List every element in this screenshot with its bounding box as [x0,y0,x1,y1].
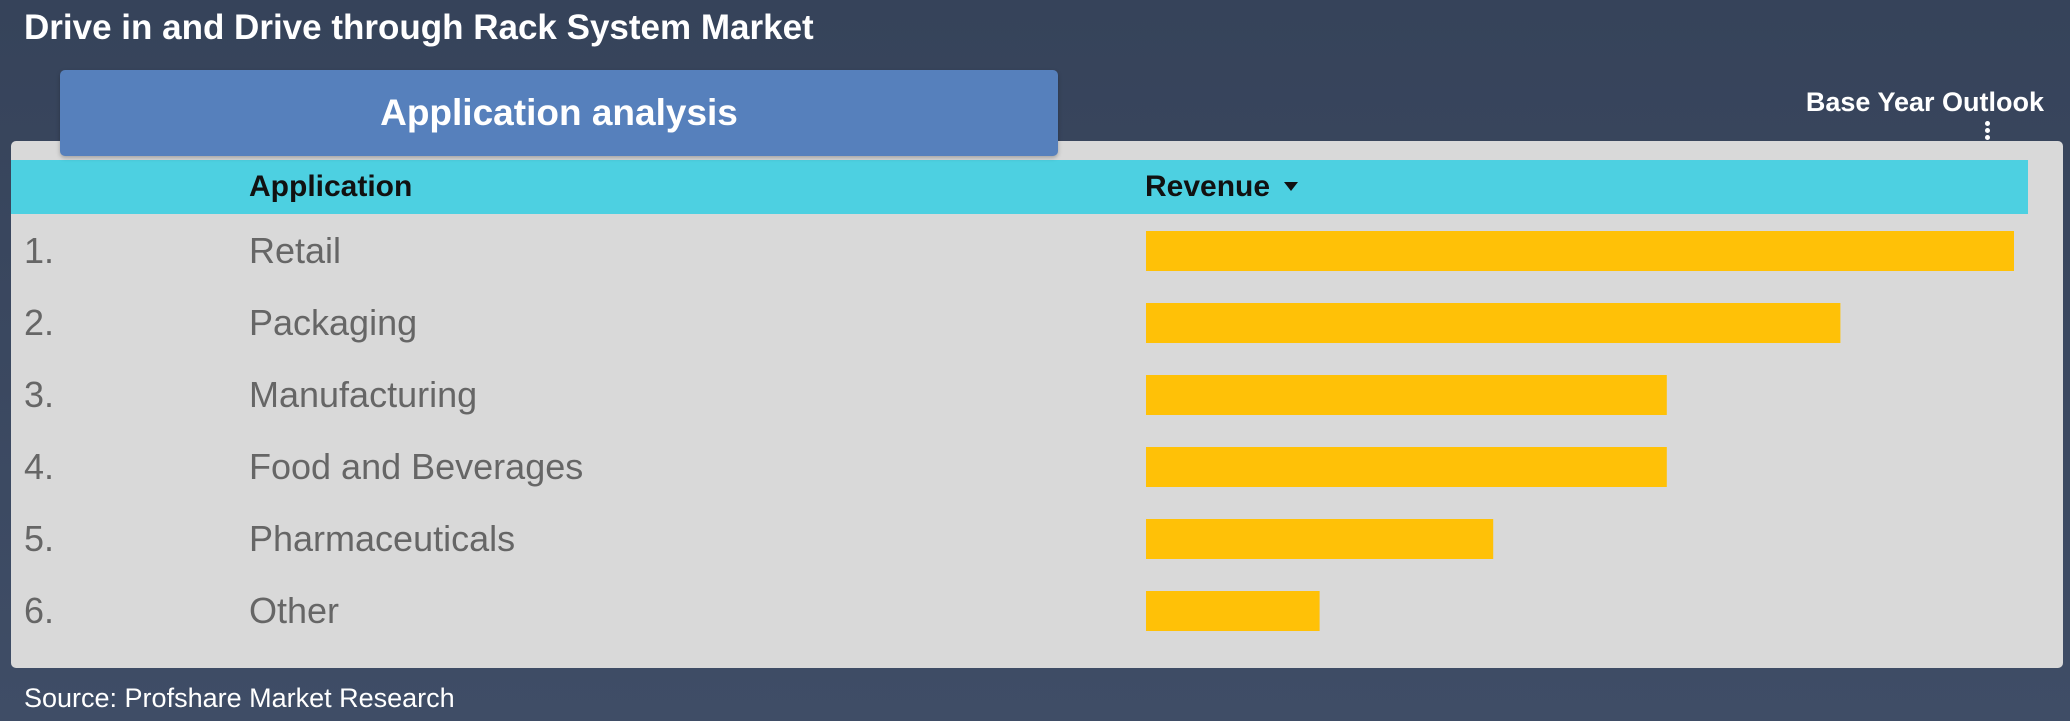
row-label-pharmaceuticals: Pharmaceuticals [249,518,515,559]
row-label-retail: Retail [249,230,341,271]
tab-label: Application analysis [380,92,738,133]
row-label-manufacturing: Manufacturing [249,374,477,415]
revenue-bar-manufacturing[interactable] [1146,375,1667,415]
vertical-ellipsis-icon[interactable] [1983,121,1991,143]
row-rank: 2. [24,302,54,343]
revenue-bar-retail[interactable] [1146,231,2014,271]
row-rank: 4. [24,446,54,487]
application-analysis-tab[interactable]: Application analysis [60,70,1058,156]
revenue-bar-other[interactable] [1146,591,1320,631]
base-year-outlook-label: Base Year Outlook [1805,87,2044,117]
revenue-bar-pharmaceuticals[interactable] [1146,519,1494,559]
row-label-food-and-beverages: Food and Beverages [249,446,583,487]
row-rank: 1. [24,230,54,271]
row-label-other: Other [249,590,339,631]
row-rank: 6. [24,590,54,631]
row-rank: 3. [24,374,54,415]
revenue-bar-food-and-beverages[interactable] [1146,447,1667,487]
revenue-bar-packaging[interactable] [1146,303,1841,343]
row-label-packaging: Packaging [249,302,417,343]
row-rank: 5. [24,518,54,559]
